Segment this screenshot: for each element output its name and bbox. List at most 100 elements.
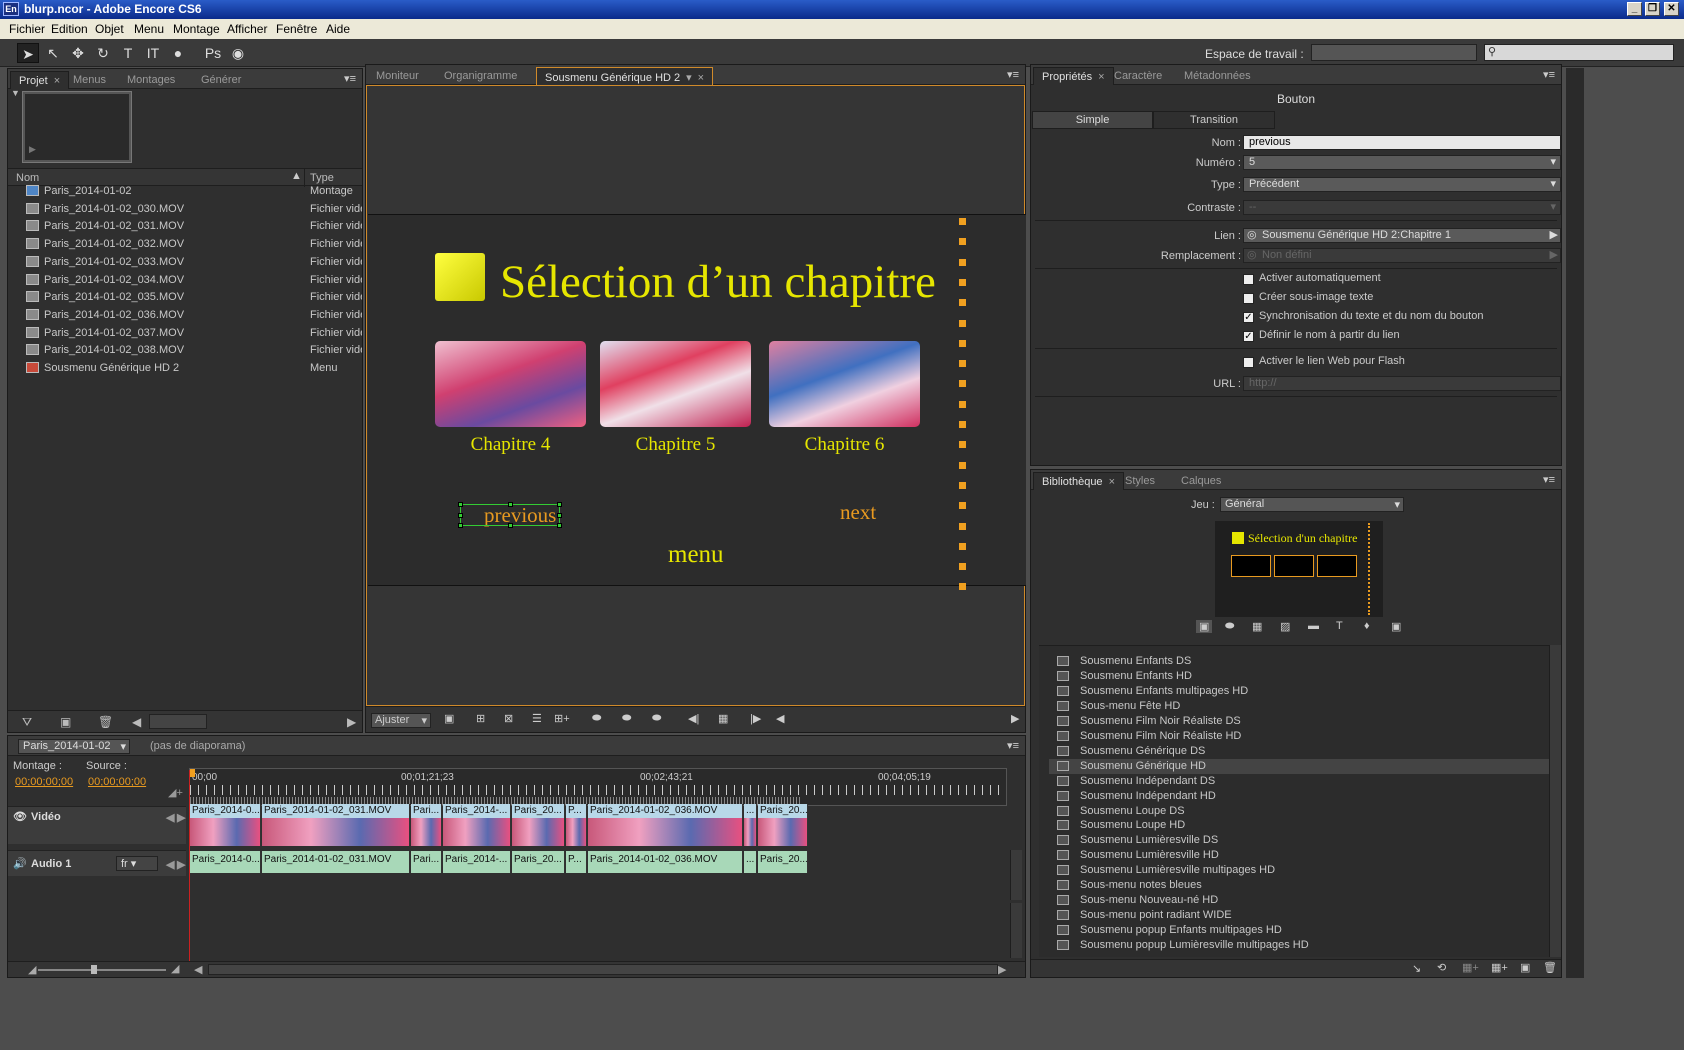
resize-handle[interactable] xyxy=(508,502,513,507)
audio-clip[interactable]: P... xyxy=(566,851,587,873)
resize-handle[interactable] xyxy=(458,523,463,528)
video-clip[interactable]: Paris_2014-01-02_036.MOV xyxy=(588,804,743,846)
expand-icon[interactable]: ▼ xyxy=(11,88,20,98)
project-item[interactable]: Paris_2014-01-02_036.MOV Fichier vidé xyxy=(8,306,362,324)
project-item[interactable]: Paris_2014-01-02_030.MOV Fichier vidé xyxy=(8,200,362,218)
tab-organigramme[interactable]: Organigramme xyxy=(436,67,525,85)
tab-bibliotheque[interactable]: Bibliothèque × xyxy=(1033,472,1124,490)
library-item[interactable]: Sousmenu popup Lumièresville multipages … xyxy=(1049,938,1549,953)
workspace-select[interactable] xyxy=(1311,44,1477,61)
project-item[interactable]: Paris_2014-01-02 Montage xyxy=(8,182,362,200)
button-filter-icon[interactable]: ⬬ xyxy=(1225,620,1234,633)
chapter-5-label[interactable]: Chapitre 5 xyxy=(600,434,751,456)
tab-generer[interactable]: Générer xyxy=(193,71,249,89)
library-item[interactable]: Sous-menu point radiant WIDE xyxy=(1049,908,1549,923)
tab-moniteur[interactable]: Moniteur xyxy=(368,67,427,85)
video-clip[interactable]: P... xyxy=(566,804,587,846)
background-filter-icon[interactable]: ▨ xyxy=(1280,620,1290,633)
menu-fichier[interactable]: Fichier xyxy=(9,22,45,36)
audio-vertical-scrollbar[interactable] xyxy=(1010,850,1022,900)
photoshop-icon[interactable]: Ps xyxy=(202,43,224,63)
project-item[interactable]: Paris_2014-01-02_031.MOV Fichier vidé xyxy=(8,217,362,235)
playhead-icon[interactable] xyxy=(190,769,195,777)
normal-state-icon[interactable]: ⬬ xyxy=(592,712,601,725)
close-icon[interactable]: × xyxy=(698,72,704,84)
chapter-4-thumbnail[interactable] xyxy=(435,341,586,427)
video-clip[interactable]: Pari... xyxy=(411,804,442,846)
project-item[interactable]: Paris_2014-01-02_035.MOV Fichier vidé xyxy=(8,288,362,306)
scroll-right-icon[interactable]: ▶ xyxy=(1011,712,1019,725)
panel-menu-icon[interactable]: ▾≡ xyxy=(1543,473,1555,486)
minimize-button[interactable]: _ xyxy=(1627,2,1642,16)
close-icon[interactable]: × xyxy=(1109,476,1115,488)
resize-handle[interactable] xyxy=(458,502,463,507)
library-item[interactable]: Sousmenu Enfants DS xyxy=(1049,654,1549,669)
scroll-left-icon[interactable]: ◀ xyxy=(776,712,784,725)
audio-clip[interactable]: Paris_2014-01-02_031.MOV xyxy=(262,851,410,873)
resize-handle[interactable] xyxy=(557,523,562,528)
creer-sous-image-checkbox[interactable] xyxy=(1243,293,1254,304)
project-item[interactable]: Sousmenu Générique HD 2 Menu xyxy=(8,359,362,377)
dvd-menu-canvas[interactable]: Sélection d’un chapitre Chapitre 4 Chapi… xyxy=(368,214,1026,591)
audio-clip[interactable]: Paris_2014-0... xyxy=(190,851,261,873)
menu-objet[interactable]: Objet xyxy=(95,22,124,36)
selected-state-icon[interactable]: ⬬ xyxy=(622,712,631,725)
folder-filter-icon[interactable]: ▬ xyxy=(1308,620,1319,632)
menu-aide[interactable]: Aide xyxy=(326,22,350,36)
zoom-slider-thumb[interactable] xyxy=(91,965,97,974)
project-scrollbar[interactable] xyxy=(149,714,207,729)
video-clip[interactable]: Paris_2014-... xyxy=(443,804,511,846)
prev-keyframe-icon[interactable]: ◀ xyxy=(166,811,174,824)
lien-select[interactable]: ◎ Sousmenu Générique HD 2:Chapitre 1 ▶ xyxy=(1243,228,1561,243)
new-item-icon[interactable]: ▦+ xyxy=(1491,961,1508,974)
menu-montage[interactable]: Montage xyxy=(173,22,220,36)
filter-icon[interactable]: ⛛ xyxy=(22,715,32,730)
step-back-icon[interactable]: ◀| xyxy=(688,712,699,725)
shape-filter-icon[interactable]: ♦ xyxy=(1364,620,1370,632)
library-item[interactable]: Sousmenu Lumièresville HD xyxy=(1049,848,1549,863)
menu-dropdown-icon[interactable]: ▾ xyxy=(686,72,692,84)
project-item[interactable]: Paris_2014-01-02_034.MOV Fichier vidé xyxy=(8,271,362,289)
tab-sousmenu[interactable]: Sousmenu Générique HD 2 ▾ × xyxy=(536,67,714,85)
tab-calques[interactable]: Calques xyxy=(1173,472,1229,490)
close-icon[interactable]: × xyxy=(54,75,60,87)
jeu-select[interactable]: Général ▾ xyxy=(1220,497,1404,512)
menu-button[interactable]: menu xyxy=(668,541,724,569)
library-item[interactable]: Sousmenu Générique HD xyxy=(1049,758,1549,774)
library-item[interactable]: Sousmenu Enfants multipages HD xyxy=(1049,684,1549,699)
project-item[interactable]: Paris_2014-01-02_032.MOV Fichier vidé xyxy=(8,235,362,253)
scroll-left-icon[interactable]: ◀ xyxy=(132,715,141,729)
timeline-horizontal-scrollbar[interactable] xyxy=(208,964,998,975)
menu-afficher[interactable]: Afficher xyxy=(227,22,267,36)
restore-button[interactable]: ❐ xyxy=(1645,2,1660,16)
chapter-4-label[interactable]: Chapitre 4 xyxy=(435,434,586,456)
selection-tool-icon[interactable]: ➤ xyxy=(17,43,39,63)
resize-handle[interactable] xyxy=(557,513,562,518)
library-item[interactable]: Sous-menu notes bleues xyxy=(1049,878,1549,893)
text-filter-icon[interactable]: T xyxy=(1336,620,1343,632)
chapter-5-thumbnail[interactable] xyxy=(600,341,751,427)
nom-field[interactable]: previous xyxy=(1243,135,1561,150)
library-item[interactable]: Sousmenu Indépendant HD xyxy=(1049,789,1549,804)
timeline-vertical-scrollbar[interactable] xyxy=(1010,903,1022,958)
activer-auto-checkbox[interactable] xyxy=(1243,274,1254,285)
button-routing-icon[interactable]: ☰ xyxy=(532,712,542,725)
video-clip[interactable]: Paris_2014-01-02_031.MOV xyxy=(262,804,410,846)
library-item[interactable]: Sous-menu Nouveau-né HD xyxy=(1049,893,1549,908)
panel-menu-icon[interactable]: ▾≡ xyxy=(344,72,356,85)
play-icon[interactable]: ▶ xyxy=(29,144,36,155)
video-clip[interactable]: Paris_20... xyxy=(758,804,808,846)
next-button[interactable]: next xyxy=(840,500,876,525)
audio-clip[interactable]: ... xyxy=(744,851,757,873)
subtab-transition[interactable]: Transition xyxy=(1153,111,1275,129)
text-tool-icon[interactable]: T xyxy=(117,43,139,63)
safe-area-icon[interactable]: ▣ xyxy=(444,712,454,725)
type-select[interactable]: Précédent ▾ xyxy=(1243,177,1561,192)
library-item[interactable]: Sousmenu Enfants HD xyxy=(1049,669,1549,684)
step-forward-icon[interactable]: |▶ xyxy=(750,712,761,725)
tab-menus[interactable]: Menus xyxy=(65,71,114,89)
speaker-icon[interactable]: 🔊 xyxy=(13,857,27,870)
zoom-in-icon[interactable]: ◢ xyxy=(171,962,179,975)
audio-clip[interactable]: Paris_20... xyxy=(512,851,565,873)
zoom-select[interactable]: Ajuster ▾ xyxy=(371,713,431,728)
